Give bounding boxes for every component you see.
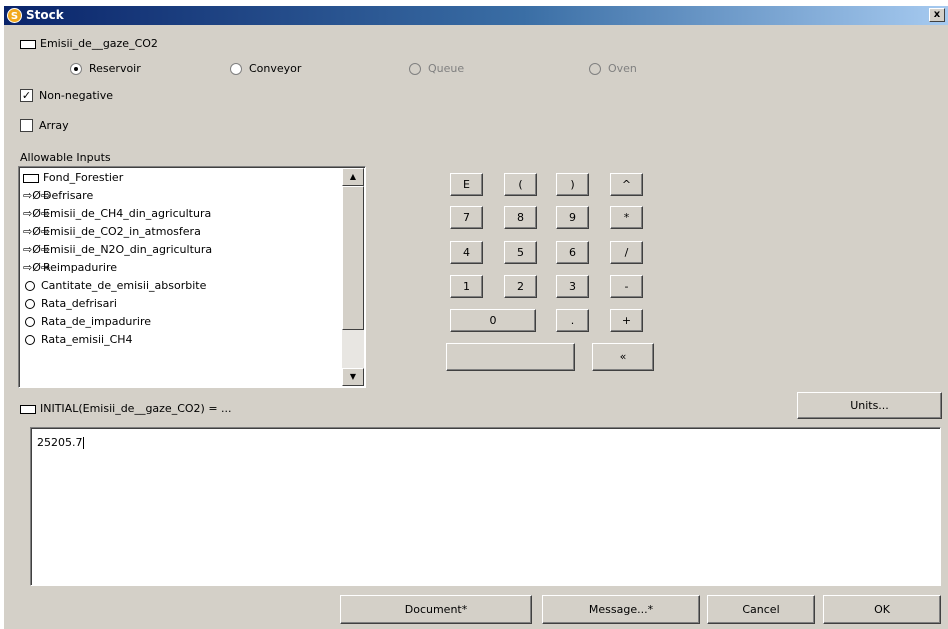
- list-item[interactable]: Fond_Forestier: [23, 169, 123, 187]
- flow-icon: ⇨Ø⇨: [23, 225, 51, 238]
- non-negative-label[interactable]: Non-negative: [39, 89, 113, 102]
- list-item[interactable]: Cantitate_de_emisii_absorbite: [23, 277, 206, 295]
- keypad-e-button[interactable]: E: [450, 173, 483, 196]
- list-item[interactable]: ⇨Ø⇨Emisii_de_CO2_in_atmosfera: [23, 223, 201, 241]
- keypad-divide-button[interactable]: /: [610, 241, 643, 264]
- document-button[interactable]: Document*: [340, 595, 532, 624]
- array-label[interactable]: Array: [39, 119, 69, 132]
- converter-icon: [25, 299, 35, 309]
- converter-icon: [25, 281, 35, 291]
- keypad-backspace-button[interactable]: «: [592, 343, 654, 371]
- list-item[interactable]: Rata_defrisari: [23, 295, 117, 313]
- keypad-4-button[interactable]: 4: [450, 241, 483, 264]
- app-icon: S: [7, 8, 22, 23]
- keypad-8-button[interactable]: 8: [504, 206, 537, 229]
- converter-icon: [25, 317, 35, 327]
- scroll-down-button[interactable]: ▼: [342, 368, 364, 386]
- keypad-open-paren-button[interactable]: (: [504, 173, 537, 196]
- oven-label: Oven: [608, 62, 637, 75]
- flow-icon: ⇨Ø⇨: [23, 189, 51, 202]
- list-item[interactable]: Rata_de_impadurire: [23, 313, 151, 331]
- conveyor-label[interactable]: Conveyor: [249, 62, 301, 75]
- title-bar[interactable]: S Stock x: [4, 6, 948, 25]
- non-negative-checkbox[interactable]: ✓: [20, 89, 33, 102]
- list-item[interactable]: ⇨Ø⇨Defrisare: [23, 187, 93, 205]
- stock-icon: [20, 404, 36, 414]
- equation-label: INITIAL(Emisii_de__gaze_CO2) = ...: [40, 402, 232, 415]
- allowable-inputs-list[interactable]: Fond_Forestier ⇨Ø⇨Defrisare ⇨Ø⇨Emisii_de…: [18, 166, 366, 388]
- equation-textarea[interactable]: 25205.7: [30, 427, 941, 586]
- list-item[interactable]: ⇨Ø⇨Emisii_de_CH4_din_agricultura: [23, 205, 211, 223]
- flow-icon: ⇨Ø⇨: [23, 243, 51, 256]
- ok-button[interactable]: OK: [823, 595, 941, 624]
- keypad-plus-button[interactable]: +: [610, 309, 643, 332]
- keypad-0-button[interactable]: 0: [450, 309, 536, 332]
- allowable-inputs-label: Allowable Inputs: [20, 151, 111, 164]
- queue-radio: [409, 63, 421, 75]
- keypad-dot-button[interactable]: .: [556, 309, 589, 332]
- list-item[interactable]: Rata_emisii_CH4: [23, 331, 133, 349]
- keypad-5-button[interactable]: 5: [504, 241, 537, 264]
- close-button[interactable]: x: [929, 8, 945, 22]
- list-item[interactable]: ⇨Ø⇨Reimpadurire: [23, 259, 117, 277]
- reservoir-label[interactable]: Reservoir: [89, 62, 141, 75]
- queue-label: Queue: [428, 62, 465, 75]
- scroll-up-button[interactable]: ▲: [342, 168, 364, 186]
- keypad-9-button[interactable]: 9: [556, 206, 589, 229]
- reservoir-radio[interactable]: [70, 63, 82, 75]
- stock-icon: [23, 173, 39, 183]
- keypad-close-paren-button[interactable]: ): [556, 173, 589, 196]
- equation-label-row: INITIAL(Emisii_de__gaze_CO2) = ...: [20, 402, 232, 415]
- stock-name-row: Emisii_de__gaze_CO2: [20, 37, 158, 50]
- list-scrollbar[interactable]: ▲ ▼: [342, 168, 364, 386]
- keypad-2-button[interactable]: 2: [504, 275, 537, 298]
- flow-icon: ⇨Ø⇨: [23, 207, 51, 220]
- oven-radio: [589, 63, 601, 75]
- scroll-thumb[interactable]: [342, 186, 364, 330]
- stock-icon: [20, 39, 36, 49]
- message-button[interactable]: Message...*: [542, 595, 700, 624]
- equation-value: 25205.7: [37, 436, 83, 449]
- stock-dialog: S Stock x Emisii_de__gaze_CO2 Reservoir …: [4, 6, 948, 629]
- keypad-1-button[interactable]: 1: [450, 275, 483, 298]
- list-item[interactable]: ⇨Ø⇨Emisii_de_N2O_din_agricultura: [23, 241, 212, 259]
- keypad-multiply-button[interactable]: *: [610, 206, 643, 229]
- flow-icon: ⇨Ø⇨: [23, 261, 51, 274]
- text-caret: [82, 437, 84, 449]
- units-button[interactable]: Units...: [797, 392, 942, 419]
- stock-name: Emisii_de__gaze_CO2: [40, 37, 158, 50]
- keypad-power-button[interactable]: ^: [610, 173, 643, 196]
- keypad-minus-button[interactable]: -: [610, 275, 643, 298]
- conveyor-radio[interactable]: [230, 63, 242, 75]
- window-title: Stock: [26, 8, 64, 22]
- keypad-6-button[interactable]: 6: [556, 241, 589, 264]
- keypad-3-button[interactable]: 3: [556, 275, 589, 298]
- keypad-blank-button[interactable]: [446, 343, 575, 371]
- cancel-button[interactable]: Cancel: [707, 595, 815, 624]
- keypad-7-button[interactable]: 7: [450, 206, 483, 229]
- converter-icon: [25, 335, 35, 345]
- array-checkbox[interactable]: [20, 119, 33, 132]
